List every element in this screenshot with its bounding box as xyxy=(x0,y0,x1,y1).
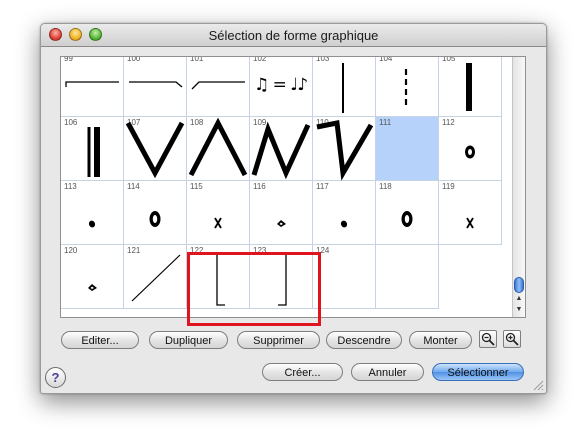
shape-cell[interactable]: 112 xyxy=(439,117,502,181)
shape-cell[interactable]: 103 xyxy=(313,57,376,117)
shape-cell[interactable]: 109 xyxy=(250,117,313,181)
vertical-scrollbar[interactable]: ▲ ▼ xyxy=(512,57,525,317)
delete-button[interactable]: Supprimer xyxy=(237,331,320,349)
thick-vertical-line-icon xyxy=(466,63,472,111)
shape-cell[interactable]: 120 xyxy=(61,245,124,309)
dot-icon xyxy=(340,220,348,228)
create-button[interactable]: Créer... xyxy=(262,363,343,381)
shape-cell[interactable]: 118 xyxy=(376,181,439,245)
swing-note-icon: ♫ = ♩♪ xyxy=(254,75,308,95)
shape-number: 111 xyxy=(379,118,392,127)
shape-cell[interactable]: 114 xyxy=(124,181,187,245)
diagonal-line-icon xyxy=(131,254,181,302)
zoom-in-icon xyxy=(505,332,519,346)
zero-head-icon xyxy=(401,211,413,227)
dot-icon xyxy=(88,220,96,228)
shape-cell[interactable]: 115 xyxy=(187,181,250,245)
resize-grip-icon[interactable] xyxy=(533,380,544,391)
x-head-icon xyxy=(214,217,222,229)
shape-cell[interactable]: 105 xyxy=(439,57,502,117)
shape-cell[interactable]: 119 xyxy=(439,181,502,245)
duplicate-button[interactable]: Dupliquer xyxy=(149,331,228,349)
breath-dot-icon xyxy=(465,145,475,159)
scroll-up-arrow[interactable]: ▲ xyxy=(513,293,525,304)
line-slant-up-icon xyxy=(191,81,245,90)
vertical-line-icon xyxy=(342,63,344,113)
x-head-icon xyxy=(466,217,474,229)
dashed-vertical-line-icon xyxy=(404,69,408,109)
shape-number: 102 xyxy=(253,56,267,63)
zoom-in-button[interactable] xyxy=(503,330,521,348)
shape-cell[interactable]: 102 ♫ = ♩♪ xyxy=(250,56,313,117)
diamond-head-icon xyxy=(88,284,97,291)
highlight-box xyxy=(187,252,321,326)
shape-cell[interactable]: 108 xyxy=(187,117,250,181)
shape-cell[interactable]: 116 xyxy=(250,181,313,245)
scroll-down-arrow[interactable]: ▼ xyxy=(513,304,525,315)
shape-cell[interactable]: 110 xyxy=(313,117,376,181)
inverted-v-shape-icon xyxy=(188,117,248,177)
double-bar-icon xyxy=(87,127,100,177)
shape-cell[interactable]: 107 xyxy=(124,117,187,181)
shape-cell[interactable]: 111 xyxy=(376,117,439,181)
shape-cell[interactable] xyxy=(376,245,439,309)
n-zigzag-icon xyxy=(251,121,311,180)
shape-cell[interactable]: 113 xyxy=(61,181,124,245)
move-up-button[interactable]: Monter xyxy=(409,331,472,349)
shape-cell[interactable]: 99 xyxy=(61,57,124,117)
diamond-head-icon xyxy=(277,220,286,227)
shape-cell[interactable]: 121 xyxy=(124,245,187,309)
shape-cell[interactable]: 101 xyxy=(187,57,250,117)
zoom-out-button[interactable] xyxy=(479,330,497,348)
select-button[interactable]: Sélectionner xyxy=(432,363,524,381)
edit-button[interactable]: Editer... xyxy=(61,331,139,349)
line-hook-left-icon xyxy=(65,81,119,87)
cancel-button[interactable]: Annuler xyxy=(351,363,424,381)
scrollbar-thumb[interactable] xyxy=(514,277,524,293)
line-hook-right-icon xyxy=(129,81,183,88)
dialog-window: Sélection de forme graphique 99 100 101 102… xyxy=(40,23,547,394)
title-bar[interactable]: Sélection de forme graphique xyxy=(41,24,546,47)
shape-cell[interactable]: 104 xyxy=(376,57,439,117)
z-zigzag-icon xyxy=(316,120,374,181)
help-button[interactable]: ? xyxy=(45,367,66,388)
move-down-button[interactable]: Descendre xyxy=(326,331,402,349)
shape-cell[interactable]: 117 xyxy=(313,181,376,245)
shape-cell[interactable]: 124 xyxy=(313,245,376,309)
shape-cell[interactable]: 106 xyxy=(61,117,124,181)
v-shape-icon xyxy=(125,121,185,179)
zoom-out-icon xyxy=(481,332,495,346)
shape-cell[interactable]: 100 xyxy=(124,57,187,117)
window-title: Sélection de forme graphique xyxy=(208,28,379,43)
zero-head-icon xyxy=(149,211,161,227)
